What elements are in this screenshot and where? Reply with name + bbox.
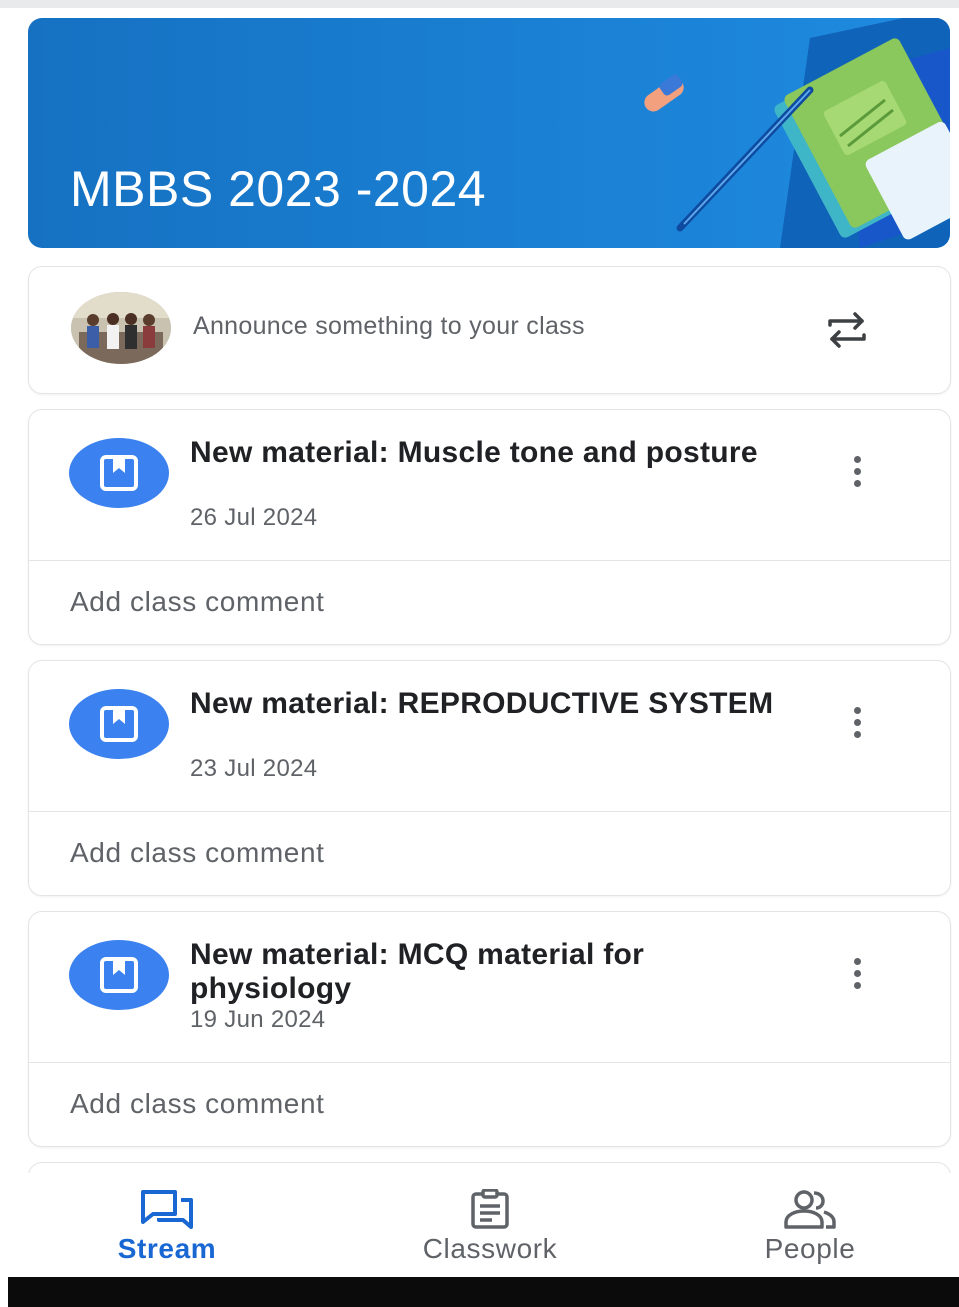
- class-photo-avatar: [71, 292, 171, 364]
- tab-stream-label: Stream: [117, 1233, 217, 1264]
- classwork-icon: [471, 1189, 509, 1229]
- add-class-comment-input[interactable]: Add class comment: [70, 1088, 325, 1120]
- material-post-card[interactable]: New material: MCQ material for physiolog…: [28, 911, 951, 1147]
- more-options-icon[interactable]: [850, 456, 864, 490]
- top-edge: [0, 0, 959, 8]
- announce-input[interactable]: Announce something to your class: [193, 312, 585, 341]
- material-bookmark-icon: [69, 438, 169, 508]
- post-date: 26 Jul 2024: [190, 504, 318, 531]
- post-header[interactable]: New material: REPRODUCTIVE SYSTEM 23 Jul…: [29, 661, 950, 811]
- divider: [29, 560, 950, 561]
- add-class-comment-input[interactable]: Add class comment: [70, 586, 325, 618]
- post-date: 23 Jul 2024: [190, 755, 318, 782]
- more-options-icon[interactable]: [850, 958, 864, 992]
- tab-classwork-label: Classwork: [422, 1233, 558, 1264]
- post-header[interactable]: New material: MCQ material for physiolog…: [29, 912, 950, 1062]
- class-banner: MBBS 2023 -2024: [28, 18, 950, 248]
- material-post-card[interactable]: New material: Muscle tone and posture 26…: [28, 409, 951, 645]
- tab-classwork[interactable]: Classwork: [380, 1173, 600, 1277]
- material-bookmark-icon: [69, 689, 169, 759]
- tab-stream[interactable]: Stream: [57, 1173, 277, 1277]
- repost-icon[interactable]: [824, 307, 870, 353]
- announce-card[interactable]: Announce something to your class: [28, 266, 951, 394]
- post-header[interactable]: New material: Muscle tone and posture 26…: [29, 410, 950, 560]
- class-title: MBBS 2023 -2024: [70, 161, 487, 217]
- people-icon: [784, 1190, 836, 1229]
- material-post-card[interactable]: New material: REPRODUCTIVE SYSTEM 23 Jul…: [28, 660, 951, 896]
- post-title: New material: REPRODUCTIVE SYSTEM: [190, 687, 774, 720]
- tab-people-label: People: [764, 1233, 856, 1264]
- material-bookmark-icon: [69, 940, 169, 1010]
- divider: [29, 811, 950, 812]
- post-title: New material: MCQ material for physiolog…: [190, 938, 645, 1005]
- post-title: New material: Muscle tone and posture: [190, 436, 758, 469]
- bottom-navigation: Stream Classwork People: [0, 1173, 959, 1277]
- system-navigation-bar: [8, 1277, 959, 1307]
- stream-icon: [141, 1190, 193, 1229]
- more-options-icon[interactable]: [850, 707, 864, 741]
- banner-illustration: [644, 18, 950, 248]
- add-class-comment-input[interactable]: Add class comment: [70, 837, 325, 869]
- post-date: 19 Jun 2024: [190, 1006, 326, 1033]
- divider: [29, 1062, 950, 1063]
- tab-people[interactable]: People: [700, 1173, 920, 1277]
